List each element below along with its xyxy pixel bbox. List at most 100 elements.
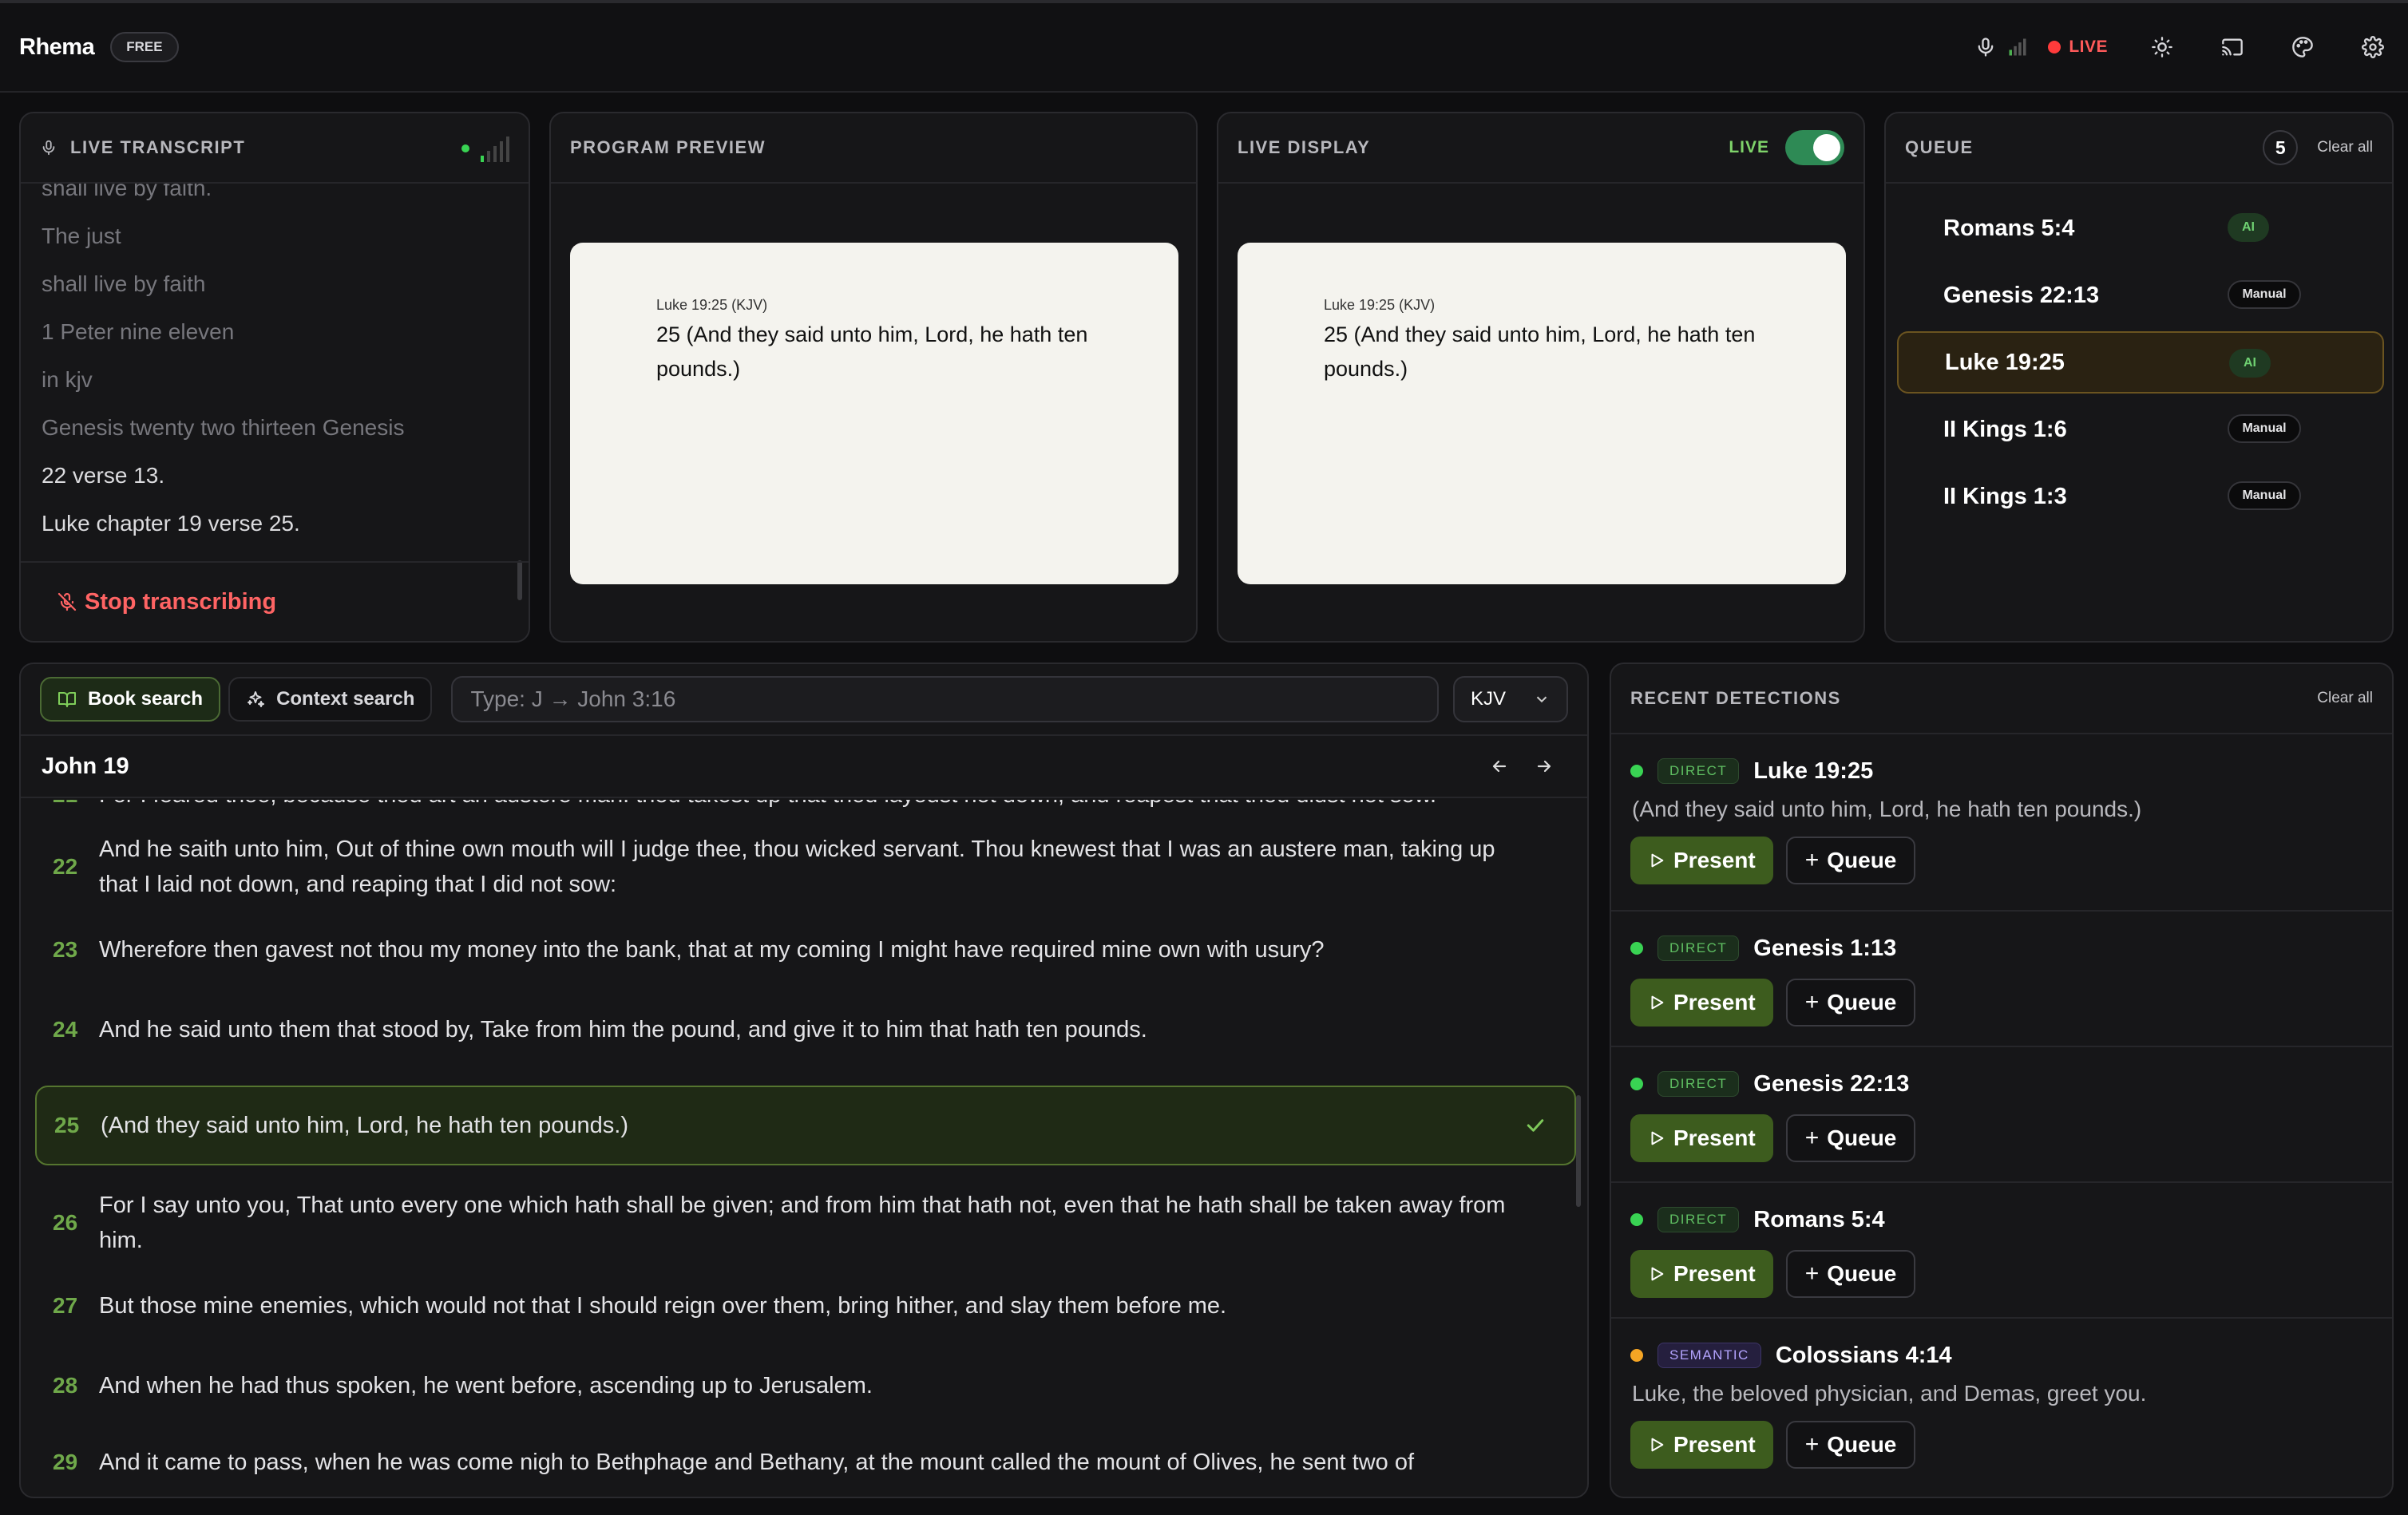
detection-reference: Genesis 22:13 — [1753, 1070, 1910, 1097]
queue-item-tag: Manual — [2228, 280, 2301, 309]
add-to-queue-button[interactable]: + Queue — [1785, 1114, 1916, 1162]
verse-row[interactable]: 27 But those mine enemies, which would no… — [35, 1282, 1576, 1330]
preview-slide[interactable]: Luke 19:25 (KJV) 25 (And they said unto … — [570, 243, 1178, 584]
tab-book-search[interactable]: Book search — [40, 677, 221, 722]
live-toggle[interactable] — [1785, 130, 1844, 165]
detection-item: DIRECT Genesis 22:13 Present + Queue — [1611, 1047, 2392, 1183]
verse-text: For I say unto you, That unto every one … — [99, 1193, 1506, 1253]
present-button[interactable]: Present — [1630, 1250, 1773, 1298]
verse-scrollbar[interactable] — [1576, 1095, 1581, 1207]
verse-row[interactable]: 22 And he saith unto him, Out of thine ow… — [35, 827, 1576, 907]
detection-actions: Present + Queue — [1630, 1114, 2373, 1162]
detection-kind-badge: DIRECT — [1657, 1207, 1740, 1232]
detection-kind-badge: SEMANTIC — [1657, 1343, 1761, 1368]
cast-icon[interactable] — [2216, 31, 2248, 63]
detection-reference: Romans 5:4 — [1753, 1206, 1885, 1232]
preview-header: PROGRAM PREVIEW — [551, 113, 1196, 184]
add-to-queue-button[interactable]: + Queue — [1785, 979, 1916, 1026]
detection-status-dot — [1630, 942, 1643, 955]
palette-icon[interactable] — [2287, 31, 2319, 63]
verse-search-input[interactable] — [451, 676, 1439, 722]
sun-icon[interactable] — [2146, 31, 2178, 63]
preview-title: PROGRAM PREVIEW — [570, 137, 766, 157]
chevron-down-icon — [1536, 696, 1547, 703]
queue-item[interactable]: Luke 19:25 AI — [1897, 331, 2384, 394]
plus-icon: + — [1804, 1260, 1820, 1287]
transcript-line: in kjv — [42, 367, 93, 392]
detection-kind-badge: DIRECT — [1657, 1071, 1740, 1097]
live-display-title: LIVE DISPLAY — [1238, 137, 1371, 157]
detection-status-dot — [1630, 1078, 1643, 1090]
detections-header: RECENT DETECTIONS Clear all — [1611, 664, 2392, 734]
add-to-queue-label: Queue — [1827, 1432, 1897, 1457]
queue-clear-all-button[interactable]: Clear all — [2317, 139, 2373, 156]
tab-context-search[interactable]: Context search — [228, 677, 433, 722]
mic-off-icon — [57, 592, 77, 611]
prev-chapter-button[interactable] — [1477, 757, 1522, 776]
verse-row[interactable]: 23 Wherefore then gavest not thou my mone… — [35, 926, 1576, 974]
verse-row[interactable]: 26 For I say unto you, That unto every on… — [35, 1183, 1576, 1263]
queue-item[interactable]: II Kings 1:6 Manual — [1897, 398, 2384, 461]
present-button[interactable]: Present — [1630, 1114, 1773, 1162]
add-to-queue-button[interactable]: + Queue — [1785, 1421, 1916, 1469]
add-to-queue-label: Queue — [1827, 1125, 1897, 1150]
program-preview-panel: PROGRAM PREVIEW Luke 19:25 (KJV) 25 (And… — [549, 112, 1198, 643]
queue-title: QUEUE — [1905, 137, 1974, 157]
transcript-line: shall live by faith. — [42, 184, 212, 200]
transcript-header: LIVE TRANSCRIPT — [21, 113, 529, 184]
search-bar: Book search Context search KJV — [21, 664, 1587, 736]
transcript-line: 1 Peter nine eleven — [42, 319, 235, 344]
verse-row[interactable]: 24 And he said unto them that stood by, T… — [35, 1006, 1576, 1054]
queue-item[interactable]: II Kings 1:3 Manual — [1897, 465, 2384, 528]
detection-head: DIRECT Genesis 1:13 — [1630, 932, 2373, 964]
live-reference: Luke 19:25 (KJV) — [1324, 297, 1436, 313]
verse-row[interactable]: 21For I feared thee, because thou art an… — [35, 800, 1576, 813]
gear-icon[interactable] — [2357, 31, 2389, 63]
live-indicator-label: LIVE — [2069, 38, 2108, 56]
stop-transcribing-button[interactable]: Stop transcribing — [57, 589, 276, 615]
arrow-right-icon — [1537, 760, 1551, 773]
verse-row[interactable]: 25 (And they said unto him, Lord, he hath… — [35, 1086, 1576, 1165]
live-display-panel: LIVE DISPLAY LIVE Luke 19:25 (KJV) 25 (A… — [1217, 112, 1865, 643]
version-select[interactable]: KJV — [1453, 676, 1568, 722]
live-slide[interactable]: Luke 19:25 (KJV) 25 (And they said unto … — [1238, 243, 1846, 584]
verse-number: 29 — [53, 1450, 78, 1474]
add-to-queue-button[interactable]: + Queue — [1785, 837, 1916, 884]
recent-detections-panel: RECENT DETECTIONS Clear all DIRECT Luke 1… — [1610, 663, 2394, 1498]
detection-reference: Genesis 1:13 — [1753, 935, 1897, 961]
tab-book-search-label: Book search — [88, 688, 204, 710]
verse-text: And he saith unto him, Out of thine own … — [99, 837, 1495, 897]
queue-item-tag: Manual — [2228, 481, 2301, 510]
verse-row[interactable]: 28 And when he had thus spoken, he went b… — [35, 1362, 1576, 1410]
add-to-queue-button[interactable]: + Queue — [1785, 1250, 1916, 1298]
verse-number: 25 — [54, 1113, 80, 1137]
verse-text: (And they said unto him, Lord, he hath t… — [101, 1113, 628, 1138]
detection-item: DIRECT Romans 5:4 Present + Queue — [1611, 1183, 2392, 1319]
verse-text: Wherefore then gavest not thou my money … — [99, 937, 1325, 963]
mic-icon[interactable] — [1970, 31, 2002, 63]
arrow-left-icon — [1492, 760, 1507, 773]
queue-item[interactable]: Romans 5:4 AI — [1897, 197, 2384, 259]
detections-clear-all-button[interactable]: Clear all — [2317, 690, 2373, 707]
present-button[interactable]: Present — [1630, 1421, 1773, 1469]
detection-actions: Present + Queue — [1630, 1250, 2373, 1298]
present-button[interactable]: Present — [1630, 837, 1773, 884]
verse-number: 26 — [53, 1210, 78, 1235]
queue-item[interactable]: Genesis 22:13 Manual — [1897, 264, 2384, 326]
app-brand: Rhema — [19, 34, 95, 60]
present-button[interactable]: Present — [1630, 979, 1773, 1026]
plan-badge: FREE — [110, 32, 179, 62]
verse-number: 22 — [53, 854, 78, 879]
chapter-title: John 19 — [42, 753, 129, 779]
plus-icon: + — [1804, 1431, 1820, 1458]
verse-number: 27 — [53, 1293, 78, 1318]
detection-reference: Luke 19:25 — [1753, 758, 1874, 784]
transcript-line: shall live by faith — [42, 271, 206, 296]
detection-actions: Present + Queue — [1630, 837, 2373, 884]
present-button-label: Present — [1673, 1432, 1756, 1457]
next-chapter-button[interactable] — [1522, 757, 1566, 776]
plus-icon: + — [1804, 989, 1820, 1015]
queue-item-label: Genesis 22:13 — [1943, 282, 2100, 308]
book-icon — [58, 692, 76, 707]
verse-row[interactable]: 29 And it came to pass, when he was come … — [35, 1438, 1576, 1486]
